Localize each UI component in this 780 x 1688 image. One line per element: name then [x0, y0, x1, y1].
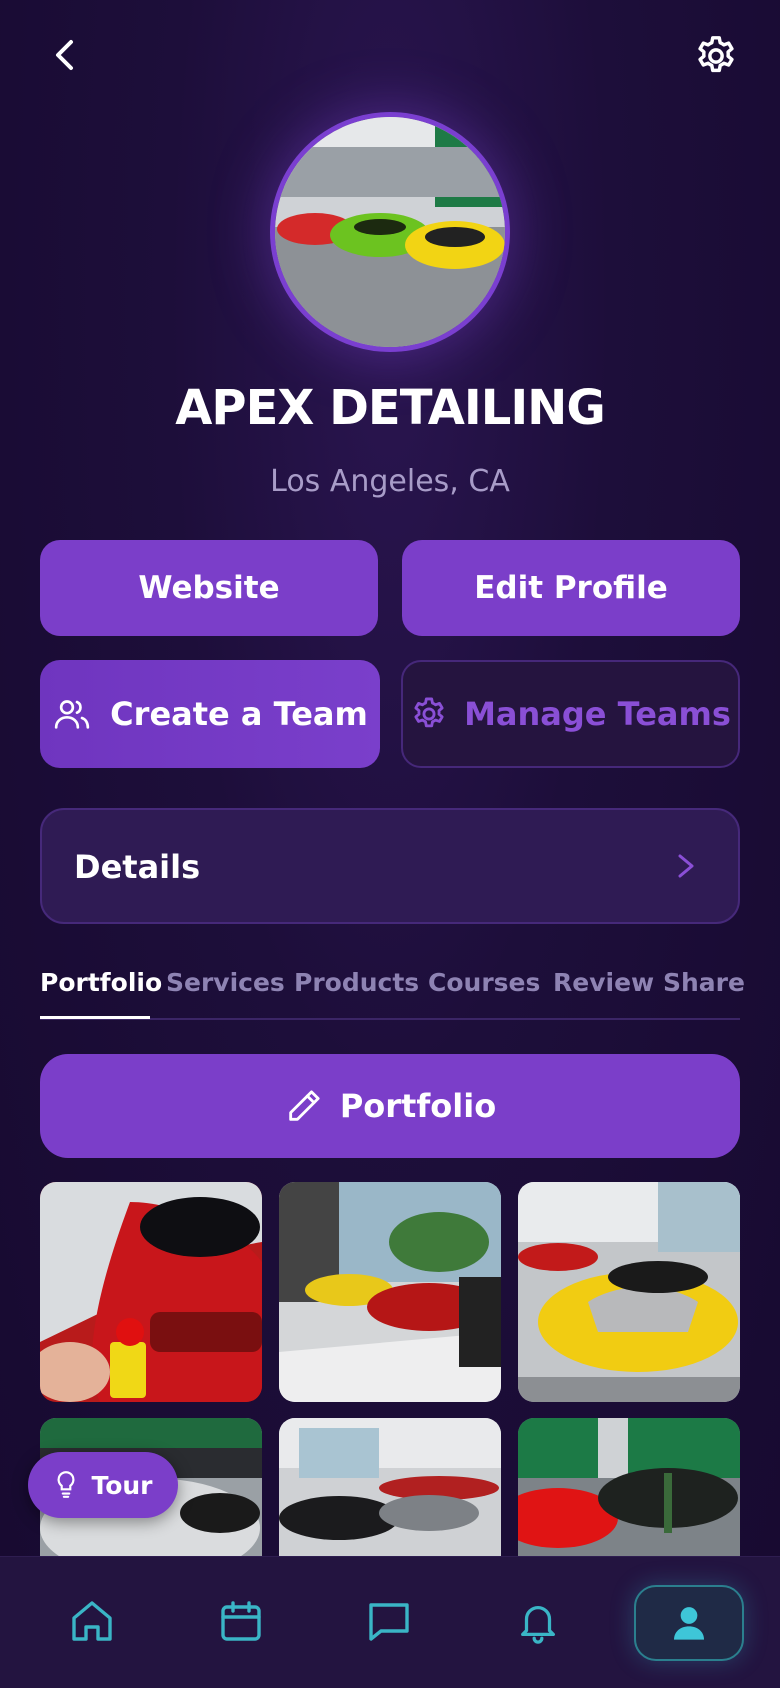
website-button-label: Website	[138, 570, 280, 606]
chevron-left-icon	[56, 40, 73, 70]
pencil-icon	[289, 1090, 320, 1121]
top-bar	[0, 0, 780, 120]
portfolio-image[interactable]	[40, 1182, 262, 1402]
back-button[interactable]	[40, 30, 90, 80]
bottom-navigation	[0, 1556, 780, 1688]
add-portfolio-button-label: Portfolio	[339, 1087, 497, 1125]
create-team-button[interactable]: Create a Team	[40, 660, 380, 768]
portfolio-image[interactable]	[279, 1418, 501, 1556]
lightbulb-icon	[58, 1471, 75, 1498]
profile-avatar[interactable]	[270, 112, 510, 352]
portfolio-image[interactable]	[279, 1182, 501, 1402]
chevron-right-icon	[678, 854, 694, 878]
nav-messages[interactable]	[349, 1581, 429, 1661]
tab-review[interactable]: Review	[553, 968, 654, 997]
create-team-button-label: Create a Team	[110, 695, 368, 733]
nav-calendar[interactable]	[201, 1581, 281, 1661]
business-name: APEX DETAILING	[175, 380, 606, 436]
gear-icon	[698, 36, 734, 73]
nav-profile[interactable]	[634, 1585, 744, 1661]
tour-button[interactable]: Tour	[28, 1452, 178, 1518]
edit-profile-button-label: Edit Profile	[474, 570, 668, 606]
showroom-photo	[275, 117, 505, 347]
tab-courses[interactable]: Courses	[428, 968, 540, 997]
tab-portfolio[interactable]: Portfolio	[40, 968, 162, 997]
bell-icon	[521, 1606, 555, 1644]
edit-profile-button[interactable]: Edit Profile	[402, 540, 740, 636]
portfolio-image[interactable]	[518, 1182, 740, 1402]
manage-teams-button[interactable]: Manage Teams	[401, 660, 740, 768]
tab-services[interactable]: Services	[166, 968, 285, 997]
nav-home[interactable]	[52, 1581, 132, 1661]
manage-teams-button-label: Manage Teams	[464, 695, 731, 733]
website-button[interactable]: Website	[40, 540, 378, 636]
users-icon	[55, 700, 90, 729]
business-location: Los Angeles, CA	[270, 464, 510, 499]
tour-button-label: Tour	[91, 1470, 153, 1500]
details-label: Details	[74, 848, 201, 886]
add-portfolio-button[interactable]: Portfolio	[40, 1054, 740, 1158]
profile-tabs: Portfolio Services Products Courses Revi…	[40, 960, 745, 1020]
tab-products[interactable]: Products	[294, 968, 419, 997]
tab-share[interactable]: Share	[663, 968, 745, 997]
gear-icon	[414, 697, 444, 728]
settings-button[interactable]	[690, 30, 742, 82]
portfolio-image[interactable]	[518, 1418, 740, 1556]
home-icon	[72, 1601, 112, 1641]
nav-notifications[interactable]	[498, 1581, 578, 1661]
chat-icon	[369, 1603, 409, 1641]
calendar-icon	[221, 1601, 261, 1641]
user-icon	[674, 1607, 704, 1640]
details-row[interactable]: Details	[40, 808, 740, 924]
active-tab-indicator	[40, 1016, 150, 1019]
